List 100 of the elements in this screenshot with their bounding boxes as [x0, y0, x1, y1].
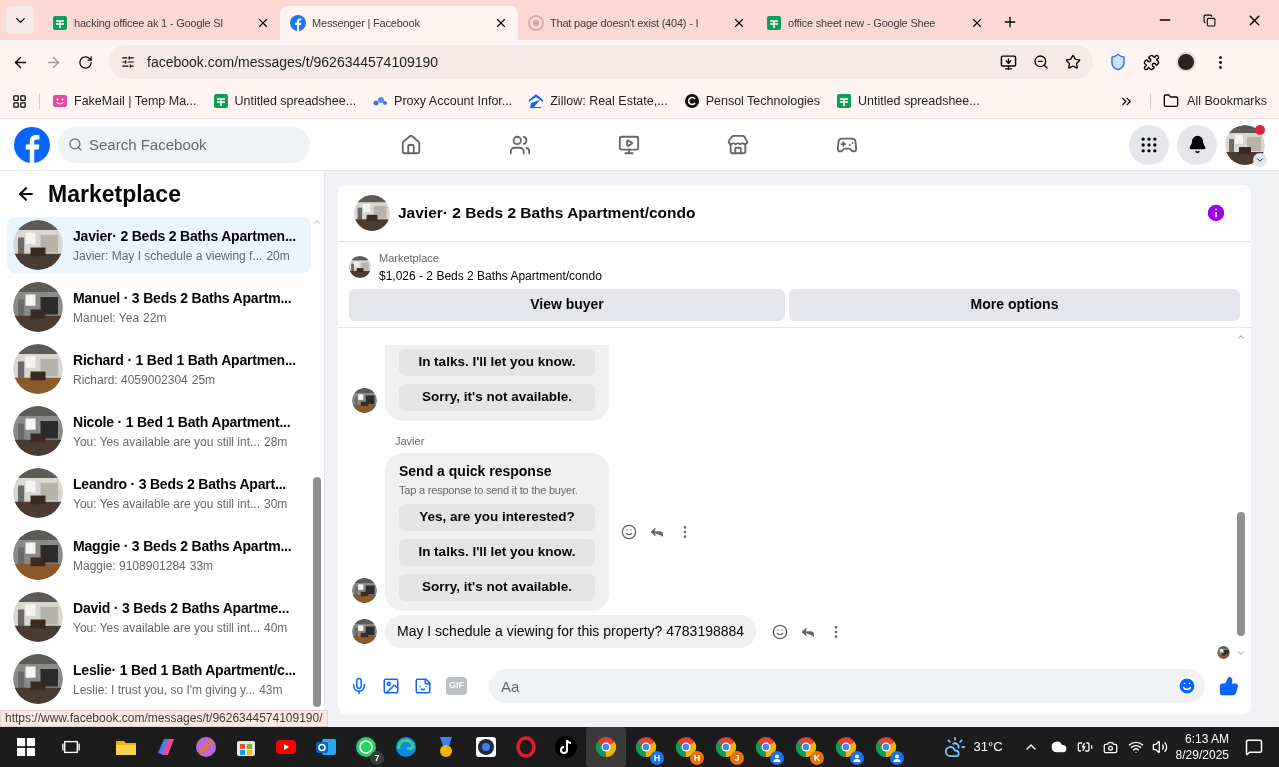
listing-label: Marketplace — [379, 251, 440, 266]
temperature[interactable]: 31°C — [973, 737, 1003, 757]
bookmark-item[interactable]: Untitled spreadshee... — [836, 91, 980, 111]
scrollbar-thumb[interactable] — [312, 477, 321, 707]
conversation-item[interactable]: Leandro · 3 Beds 2 Baths Apart... You: Yes available are you still int... 30m — [7, 465, 311, 521]
notifications-button[interactable] — [1177, 124, 1217, 165]
scrollbar[interactable] — [311, 217, 322, 707]
conversation-item[interactable]: David · 3 Beds 2 Baths Apartme... You: Yes available are you still int... 40m — [7, 589, 311, 645]
apps-icon[interactable] — [12, 93, 27, 109]
extensions-icon[interactable] — [1143, 53, 1160, 71]
taskbar-button[interactable]: 7 — [346, 727, 386, 767]
chrome-icon — [874, 735, 898, 759]
react-icon[interactable] — [772, 623, 789, 640]
conversation-item[interactable]: Manuel · 3 Beds 2 Baths Apartm... Manuel: Yea 22m — [7, 279, 311, 335]
bookmark-item[interactable]: FakeMail | Temp Ma... — [52, 91, 197, 111]
chat-title: Javier· 2 Beds 2 Baths Apartment/condo — [398, 203, 696, 224]
quick-reply-button[interactable]: In talks. I'll let you know. — [399, 349, 595, 376]
info-icon[interactable] — [1205, 202, 1227, 224]
close-icon[interactable] — [970, 16, 984, 30]
message-preview: Leslie: I trust you, so I'm giving y... — [73, 681, 256, 699]
message-time: 30m — [264, 495, 288, 513]
windows-logo-icon[interactable] — [17, 738, 35, 756]
shield-icon[interactable] — [1109, 53, 1127, 71]
restore-icon[interactable] — [1203, 13, 1216, 27]
message-time: 25m — [191, 371, 216, 389]
task-view-icon[interactable] — [62, 738, 80, 756]
menu-button[interactable] — [1129, 124, 1169, 165]
listing-detail: $1,026 - 2 Beds 2 Baths Apartment/condo — [379, 267, 602, 285]
chrome-icon — [714, 735, 738, 759]
badge: 7 — [370, 751, 384, 765]
music-note-icon — [554, 735, 578, 759]
back-icon[interactable] — [16, 184, 36, 204]
bookmark-item[interactable]: Proxy Account Infor... — [372, 91, 513, 111]
message-preview: You: Yes available are you still int... — [73, 495, 260, 513]
microphone-icon[interactable] — [350, 677, 368, 695]
quick-reply-button[interactable]: Yes, are you interested? — [399, 504, 595, 531]
profile-avatar[interactable] — [1176, 52, 1196, 72]
close-icon[interactable] — [732, 16, 746, 30]
volume-icon[interactable] — [1151, 739, 1168, 755]
conversation-item[interactable]: Nicole · 1 Bed 1 Bath Apartment... You: Yes available are you still int... 28m — [7, 403, 311, 459]
bookmark-star-icon[interactable] — [1065, 54, 1081, 70]
conversation-item[interactable]: Maggie · 3 Beds 2 Baths Apartm... Maggie: 9108901284 33m — [7, 527, 311, 583]
bookmark-item[interactable]: Pensol Technologies — [683, 91, 821, 111]
link-preview-tooltip: https://www.facebook.com/messages/t/9626344574109190/ — [0, 710, 328, 727]
bookmark-label: Untitled spreadshee... — [858, 92, 980, 110]
taskbar-button[interactable]: H — [626, 727, 666, 767]
scrollbar-thumb[interactable] — [1237, 511, 1245, 636]
site-info-icon[interactable] — [121, 55, 135, 69]
bookmark-item[interactable]: Untitled spreadshee... — [212, 91, 357, 111]
chrome-icon — [634, 735, 658, 759]
browser-tab[interactable]: hacking officee ak 1 - Google Sl — [42, 6, 280, 40]
weather-icon[interactable] — [943, 736, 966, 758]
sidebar-title: Marketplace — [48, 179, 181, 209]
conversation-item[interactable]: Richard · 1 Bed 1 Bath Apartmen... Richard: 4059002304 25m — [7, 341, 311, 397]
battery-icon[interactable] — [1076, 739, 1093, 755]
like-icon[interactable] — [1219, 676, 1239, 696]
zoom-icon[interactable] — [1033, 54, 1049, 70]
tab-title: That page doesn't exist (404) - I — [550, 15, 700, 31]
search-field[interactable]: Search Facebook — [58, 126, 310, 163]
cloud-icon[interactable] — [1050, 739, 1067, 755]
clock-time[interactable]: 6:13 AM — [1184, 731, 1229, 747]
bookmark-item[interactable]: Zillow: Real Estate,... — [528, 91, 668, 111]
new-tab-icon[interactable] — [1002, 14, 1018, 30]
bookmark-label: Pensol Technologies — [705, 92, 821, 110]
all-bookmarks-link[interactable]: All Bookmarks — [1187, 91, 1267, 111]
spreadsheet-icon — [52, 15, 68, 31]
action-button[interactable]: More options — [789, 288, 1240, 321]
action-button[interactable]: View buyer — [349, 288, 785, 321]
message-preview: Javier: May I schedule a viewing f... — [73, 247, 263, 265]
chrome-icon — [754, 735, 778, 759]
quick-reply-button[interactable]: Sorry, it's not available. — [399, 574, 595, 601]
reload-icon[interactable] — [78, 54, 93, 70]
close-icon[interactable] — [256, 16, 270, 30]
page-scrollbar[interactable] — [1268, 171, 1279, 727]
spreadsheet-icon — [836, 93, 853, 109]
close-icon[interactable] — [494, 16, 508, 30]
folder-icon[interactable] — [1163, 93, 1180, 109]
quick-reply-button[interactable]: Sorry, it's not available. — [399, 384, 595, 411]
conversation-title: Richard · 1 Bed 1 Bath Apartmen... — [73, 350, 296, 370]
browser-tab[interactable]: That page doesn't exist (404) - I — [518, 6, 756, 40]
camera-icon[interactable] — [1102, 739, 1118, 755]
conversation-item[interactable]: Leslie· 1 Bed 1 Bath Apartment/c... Leslie: I trust you, so I'm giving y... 43m — [7, 651, 311, 707]
install-icon[interactable] — [1000, 53, 1017, 71]
wifi-icon[interactable] — [1127, 739, 1144, 755]
clock-date[interactable]: 8/29/2025 — [1175, 747, 1229, 763]
facebook-logo-icon[interactable] — [14, 126, 50, 163]
taskbar-button[interactable] — [586, 727, 626, 767]
quick-reply-button[interactable]: In talks. I'll let you know. — [399, 539, 595, 566]
card-subtitle: Tap a response to send it to the buyer. — [399, 482, 579, 498]
address-bar[interactable]: facebook.com/messages/t/9626344574109190 — [109, 45, 1093, 79]
browser-tab[interactable]: Messenger | Facebook — [280, 6, 518, 40]
message-field[interactable]: Aa — [489, 669, 1205, 703]
photo-icon[interactable] — [382, 677, 400, 695]
browser-tab[interactable]: office sheet new - Google Shee — [756, 6, 994, 40]
message-time: 28m — [264, 433, 288, 451]
sticker-icon[interactable] — [414, 677, 432, 695]
react-icon[interactable] — [621, 523, 637, 540]
bell-icon — [1187, 135, 1207, 154]
notifications-icon[interactable] — [1245, 738, 1263, 756]
conversation-item[interactable]: Javier· 2 Beds 2 Baths Apartmen... Javier: May I schedule a viewing f... 20m — [7, 217, 311, 273]
